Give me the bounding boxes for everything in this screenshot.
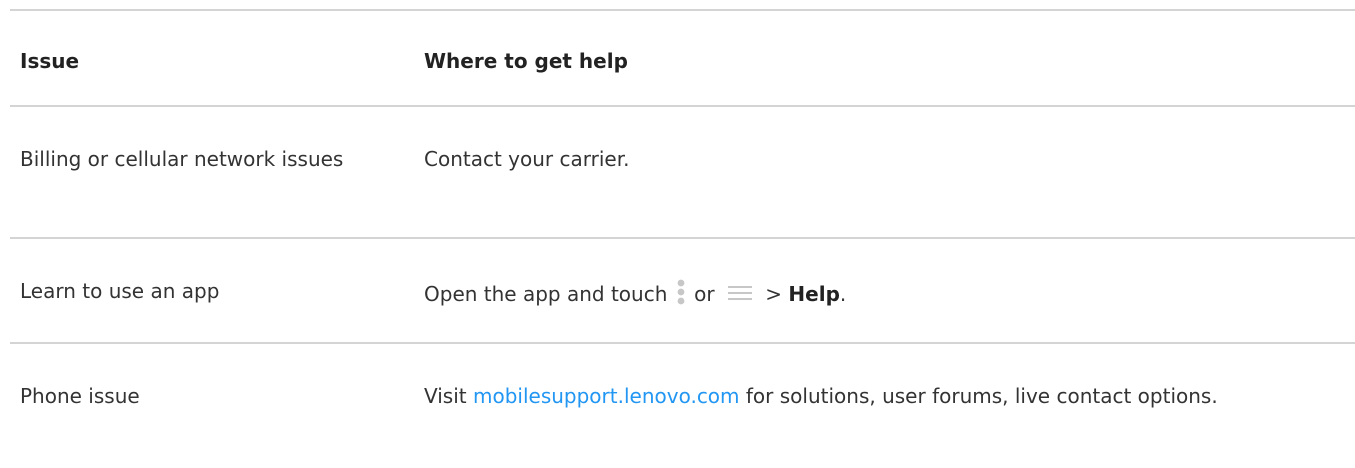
issue-cell: Learn to use an app: [20, 279, 220, 303]
header-issue: Issue: [20, 49, 80, 73]
table-row: Learn to use an app Open the app and tou…: [10, 241, 1355, 344]
help-text-prefix: Open the app and touch: [424, 282, 668, 306]
help-text-suffix: for solutions, user forums, live contact…: [745, 384, 1218, 408]
help-text-end: .: [839, 282, 847, 306]
table-row: Billing or cellular network issues Conta…: [10, 109, 1355, 239]
help-text-separator: >: [765, 282, 783, 306]
help-text-prefix: Visit: [424, 384, 467, 408]
issue-cell: Phone issue: [20, 384, 140, 408]
help-text-or: or: [694, 282, 715, 306]
table-row: Phone issue Visit mobilesupport.lenovo.c…: [10, 346, 1355, 468]
menu-icon: [727, 282, 753, 309]
help-cell: Contact your carrier.: [424, 147, 630, 171]
row-divider: [10, 237, 1355, 239]
header-where-to-get-help: Where to get help: [424, 49, 628, 73]
table-header-row: Issue Where to get help: [10, 11, 1355, 107]
mobilesupport-link[interactable]: mobilesupport.lenovo.com: [473, 384, 740, 408]
row-divider: [10, 105, 1355, 107]
more-vert-icon: [676, 278, 686, 313]
issue-cell: Billing or cellular network issues: [20, 147, 344, 171]
help-cell: Visit mobilesupport.lenovo.com for solut…: [424, 383, 1344, 410]
help-cell: Open the app and touch or > Help.: [424, 278, 1344, 313]
help-menu-label: Help: [788, 282, 840, 306]
row-divider: [10, 342, 1355, 344]
